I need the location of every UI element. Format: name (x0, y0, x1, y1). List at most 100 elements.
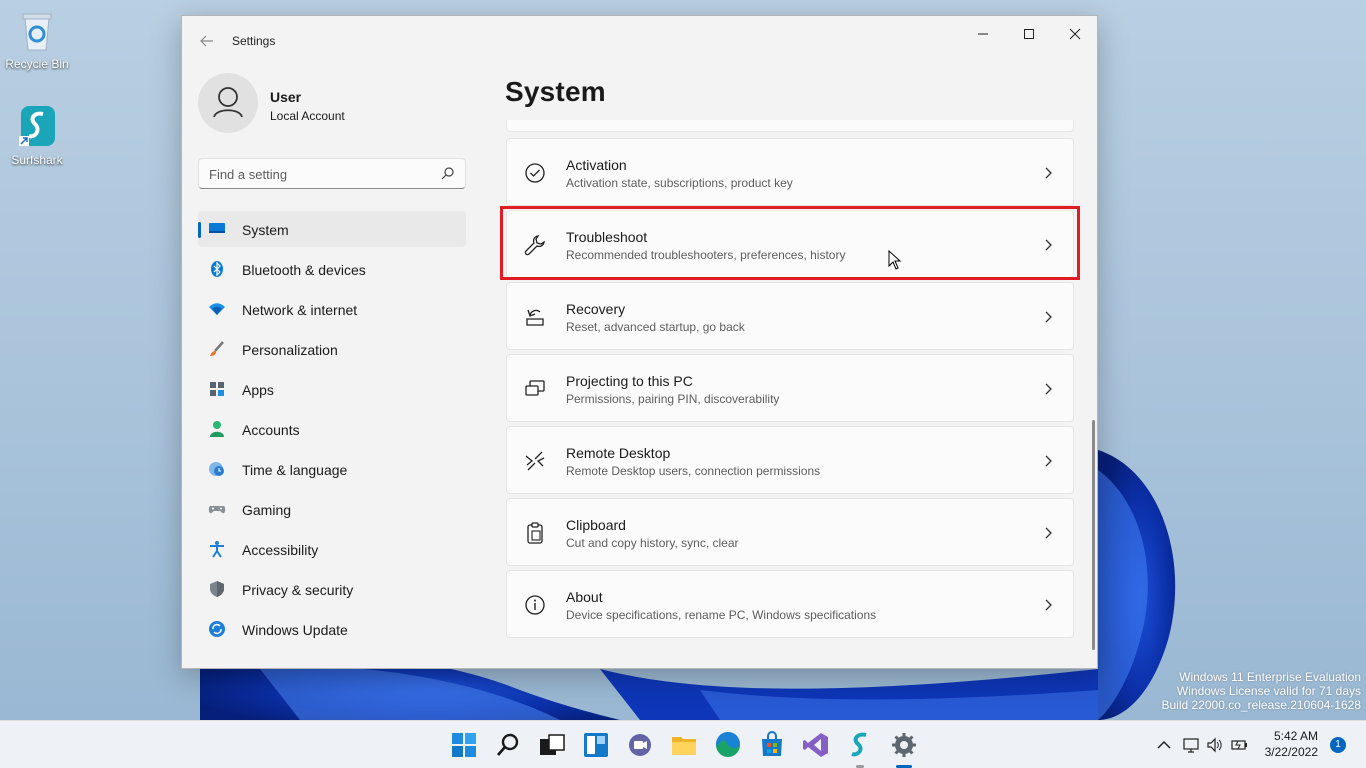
clock-globe-icon (209, 462, 224, 476)
sidebar-item-label: Bluetooth & devices (242, 262, 366, 278)
recycle-bin-icon (22, 13, 52, 51)
search-icon[interactable] (441, 166, 455, 180)
remote-desktop-icon (525, 451, 545, 471)
sidebar-item-label: Accessibility (242, 542, 319, 558)
card-title: Recovery (566, 301, 626, 317)
surfshark-icon (19, 106, 55, 146)
bluetooth-icon (211, 261, 223, 277)
info-icon (525, 595, 545, 615)
wifi-icon (209, 303, 225, 315)
search-input[interactable] (209, 165, 429, 183)
notification-badge[interactable]: 1 (1330, 737, 1346, 753)
battery-icon[interactable] (1230, 736, 1248, 754)
card-title: Activation (566, 157, 627, 173)
update-icon (209, 621, 225, 637)
chevron-right-icon (1045, 599, 1052, 611)
card-subtitle: Reset, advanced startup, go back (566, 320, 745, 334)
controller-icon (208, 506, 226, 514)
clock-date: 3/22/2022 (1264, 745, 1318, 759)
sidebar-item-network[interactable]: Network & internet (198, 291, 466, 327)
settings-card-projecting[interactable]: Projecting to this PC Permissions, pairi… (506, 354, 1074, 422)
settings-card-about[interactable]: About Device specifications, rename PC, … (506, 570, 1074, 638)
maximize-icon (1024, 29, 1034, 39)
sidebar-item-label: Windows Update (242, 622, 348, 638)
sidebar-item-label: Apps (242, 382, 274, 398)
chevron-right-icon (1045, 455, 1052, 467)
teams-chat-icon[interactable] (626, 731, 654, 759)
sidebar-item-label: Accounts (242, 422, 300, 438)
sidebar-nav: System Bluetooth & devices Network & int… (198, 211, 466, 651)
file-explorer-icon[interactable] (670, 731, 698, 759)
chevron-right-icon (1045, 167, 1052, 179)
sidebar-item-windows-update[interactable]: Windows Update (198, 611, 466, 647)
sidebar-item-system[interactable]: System (198, 211, 466, 247)
taskbar: 5:42 AM 3/22/2022 1 (0, 720, 1366, 768)
wrench-icon (524, 235, 545, 256)
sidebar-item-time-language[interactable]: Time & language (198, 451, 466, 487)
clipboard-icon (527, 522, 543, 544)
chevron-right-icon (1045, 383, 1052, 395)
sidebar-item-label: Personalization (242, 342, 338, 358)
desktop-icon-label: Surfshark (11, 153, 63, 167)
settings-card-recovery[interactable]: Recovery Reset, advanced startup, go bac… (506, 282, 1074, 350)
watermark-line: Windows License valid for 71 days (1176, 684, 1361, 698)
store-icon[interactable] (758, 731, 786, 759)
page-title: System (505, 76, 606, 107)
settings-icon[interactable] (890, 731, 918, 759)
sidebar-item-bluetooth[interactable]: Bluetooth & devices (198, 251, 466, 287)
settings-card-troubleshoot[interactable]: Troubleshoot Recommended troubleshooters… (506, 210, 1074, 278)
chevron-up-icon[interactable] (1155, 736, 1173, 754)
back-button[interactable] (196, 30, 218, 52)
maximize-button[interactable] (1006, 20, 1052, 50)
projecting-icon (525, 380, 545, 396)
sidebar-item-label: System (242, 222, 289, 238)
check-circle-icon (525, 163, 545, 183)
minimize-icon (978, 33, 988, 35)
search-box[interactable] (198, 158, 466, 189)
sidebar-item-gaming[interactable]: Gaming (198, 491, 466, 527)
settings-card-partial[interactable] (506, 120, 1074, 132)
desktop-icon-surfshark[interactable]: Surfshark (0, 104, 74, 167)
chevron-right-icon (1045, 527, 1052, 539)
visual-studio-icon[interactable] (802, 731, 830, 759)
system-icon (209, 223, 225, 233)
clock[interactable]: 5:42 AM 3/22/2022 (1265, 728, 1318, 760)
sidebar-item-accounts[interactable]: Accounts (198, 411, 466, 447)
sidebar-item-label: Privacy & security (242, 582, 354, 598)
sidebar-item-label: Time & language (242, 462, 348, 478)
back-arrow-icon (200, 35, 213, 47)
close-button[interactable] (1052, 20, 1098, 50)
minimize-button[interactable] (960, 20, 1006, 50)
watermark-line: Windows 11 Enterprise Evaluation (1179, 670, 1361, 684)
card-subtitle: Recommended troubleshooters, preferences… (566, 248, 846, 262)
title-bar[interactable]: Settings (182, 16, 1097, 64)
user-profile[interactable]: User Local Account (198, 73, 478, 135)
person-icon (210, 421, 224, 437)
clock-time: 5:42 AM (1273, 729, 1318, 743)
content-scrollbar[interactable] (1092, 420, 1095, 650)
settings-card-remote-desktop[interactable]: Remote Desktop Remote Desktop users, con… (506, 426, 1074, 494)
volume-icon[interactable] (1206, 736, 1224, 754)
edge-icon[interactable] (714, 731, 742, 759)
profile-account-type: Local Account (270, 109, 345, 123)
accessibility-icon (210, 541, 224, 558)
search-icon[interactable] (494, 731, 522, 759)
start-icon[interactable] (450, 731, 478, 759)
profile-name: User (270, 89, 302, 105)
sidebar-item-privacy-security[interactable]: Privacy & security (198, 571, 466, 607)
desktop-icon-label: Recycle Bin (5, 57, 69, 71)
settings-card-clipboard[interactable]: Clipboard Cut and copy history, sync, cl… (506, 498, 1074, 566)
sidebar-item-apps[interactable]: Apps (198, 371, 466, 407)
task-view-icon[interactable] (538, 731, 566, 759)
window-title: Settings (232, 34, 276, 48)
card-subtitle: Permissions, pairing PIN, discoverabilit… (566, 392, 780, 406)
sidebar-item-personalization[interactable]: Personalization (198, 331, 466, 367)
network-icon[interactable] (1182, 736, 1200, 754)
desktop-icon-recycle-bin[interactable]: Recycle Bin (0, 8, 74, 71)
surfshark-icon[interactable] (846, 731, 874, 759)
widgets-icon[interactable] (582, 731, 610, 759)
sidebar-item-accessibility[interactable]: Accessibility (198, 531, 466, 567)
card-title: Clipboard (566, 517, 626, 533)
card-subtitle: Remote Desktop users, connection permiss… (566, 464, 821, 478)
settings-card-activation[interactable]: Activation Activation state, subscriptio… (506, 138, 1074, 206)
